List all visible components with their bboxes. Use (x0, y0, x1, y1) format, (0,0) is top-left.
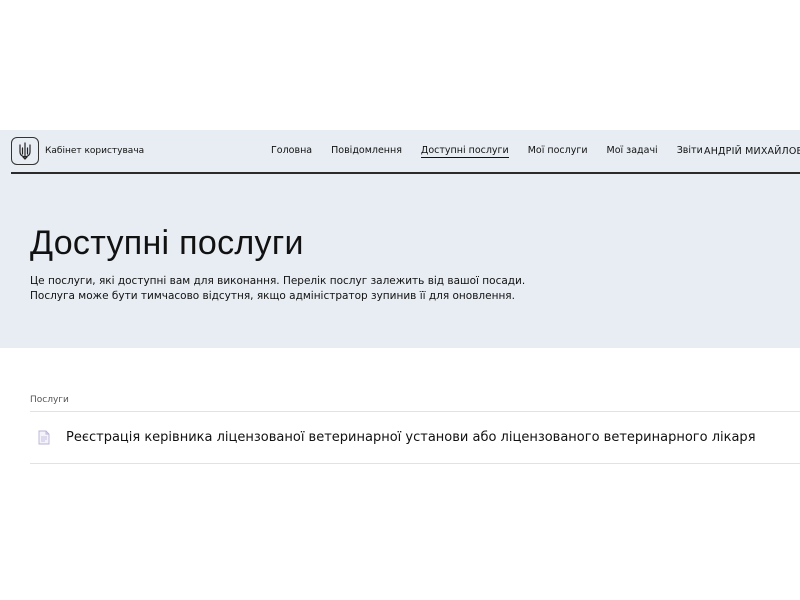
service-item-title[interactable]: Реєстрація керівника ліцензованої ветери… (66, 430, 756, 445)
nav-item-my-services[interactable]: Мої послуги (528, 145, 588, 157)
header-bar: Кабінет користувача Головна Повідомлення… (11, 130, 800, 174)
nav-item-home[interactable]: Головна (271, 145, 312, 157)
description-line-1: Це послуги, які доступні вам для виконан… (30, 275, 526, 287)
trident-logo-icon[interactable] (11, 137, 39, 165)
nav-item-reports[interactable]: Звіти (677, 145, 703, 157)
document-icon (38, 430, 52, 446)
user-menu[interactable]: АНДРІЙ МИХАЙЛОВИЧ К (704, 130, 800, 172)
page-description: Це послуги, які доступні вам для виконан… (30, 274, 800, 304)
top-blank-area (0, 0, 800, 130)
brand-title[interactable]: Кабінет користувача (45, 146, 144, 156)
service-item[interactable]: Реєстрація керівника ліцензованої ветери… (30, 412, 800, 464)
services-section-label: Послуги (30, 395, 69, 405)
description-line-2: Послуга може бути тимчасово відсутня, як… (30, 290, 515, 302)
services-section: Послуги Реєстрація керівника ліцензовано… (0, 348, 800, 464)
page-title: Доступні послуги (30, 224, 304, 262)
hero-section: Доступні послуги Це послуги, які доступн… (0, 174, 800, 348)
top-header: Кабінет користувача Головна Повідомлення… (0, 130, 800, 174)
main-nav: Головна Повідомлення Доступні послуги Мо… (271, 130, 722, 172)
nav-item-available-services[interactable]: Доступні послуги (420, 145, 509, 158)
nav-item-notifications[interactable]: Повідомлення (331, 145, 402, 157)
nav-item-my-tasks[interactable]: Мої задачі (607, 145, 658, 157)
